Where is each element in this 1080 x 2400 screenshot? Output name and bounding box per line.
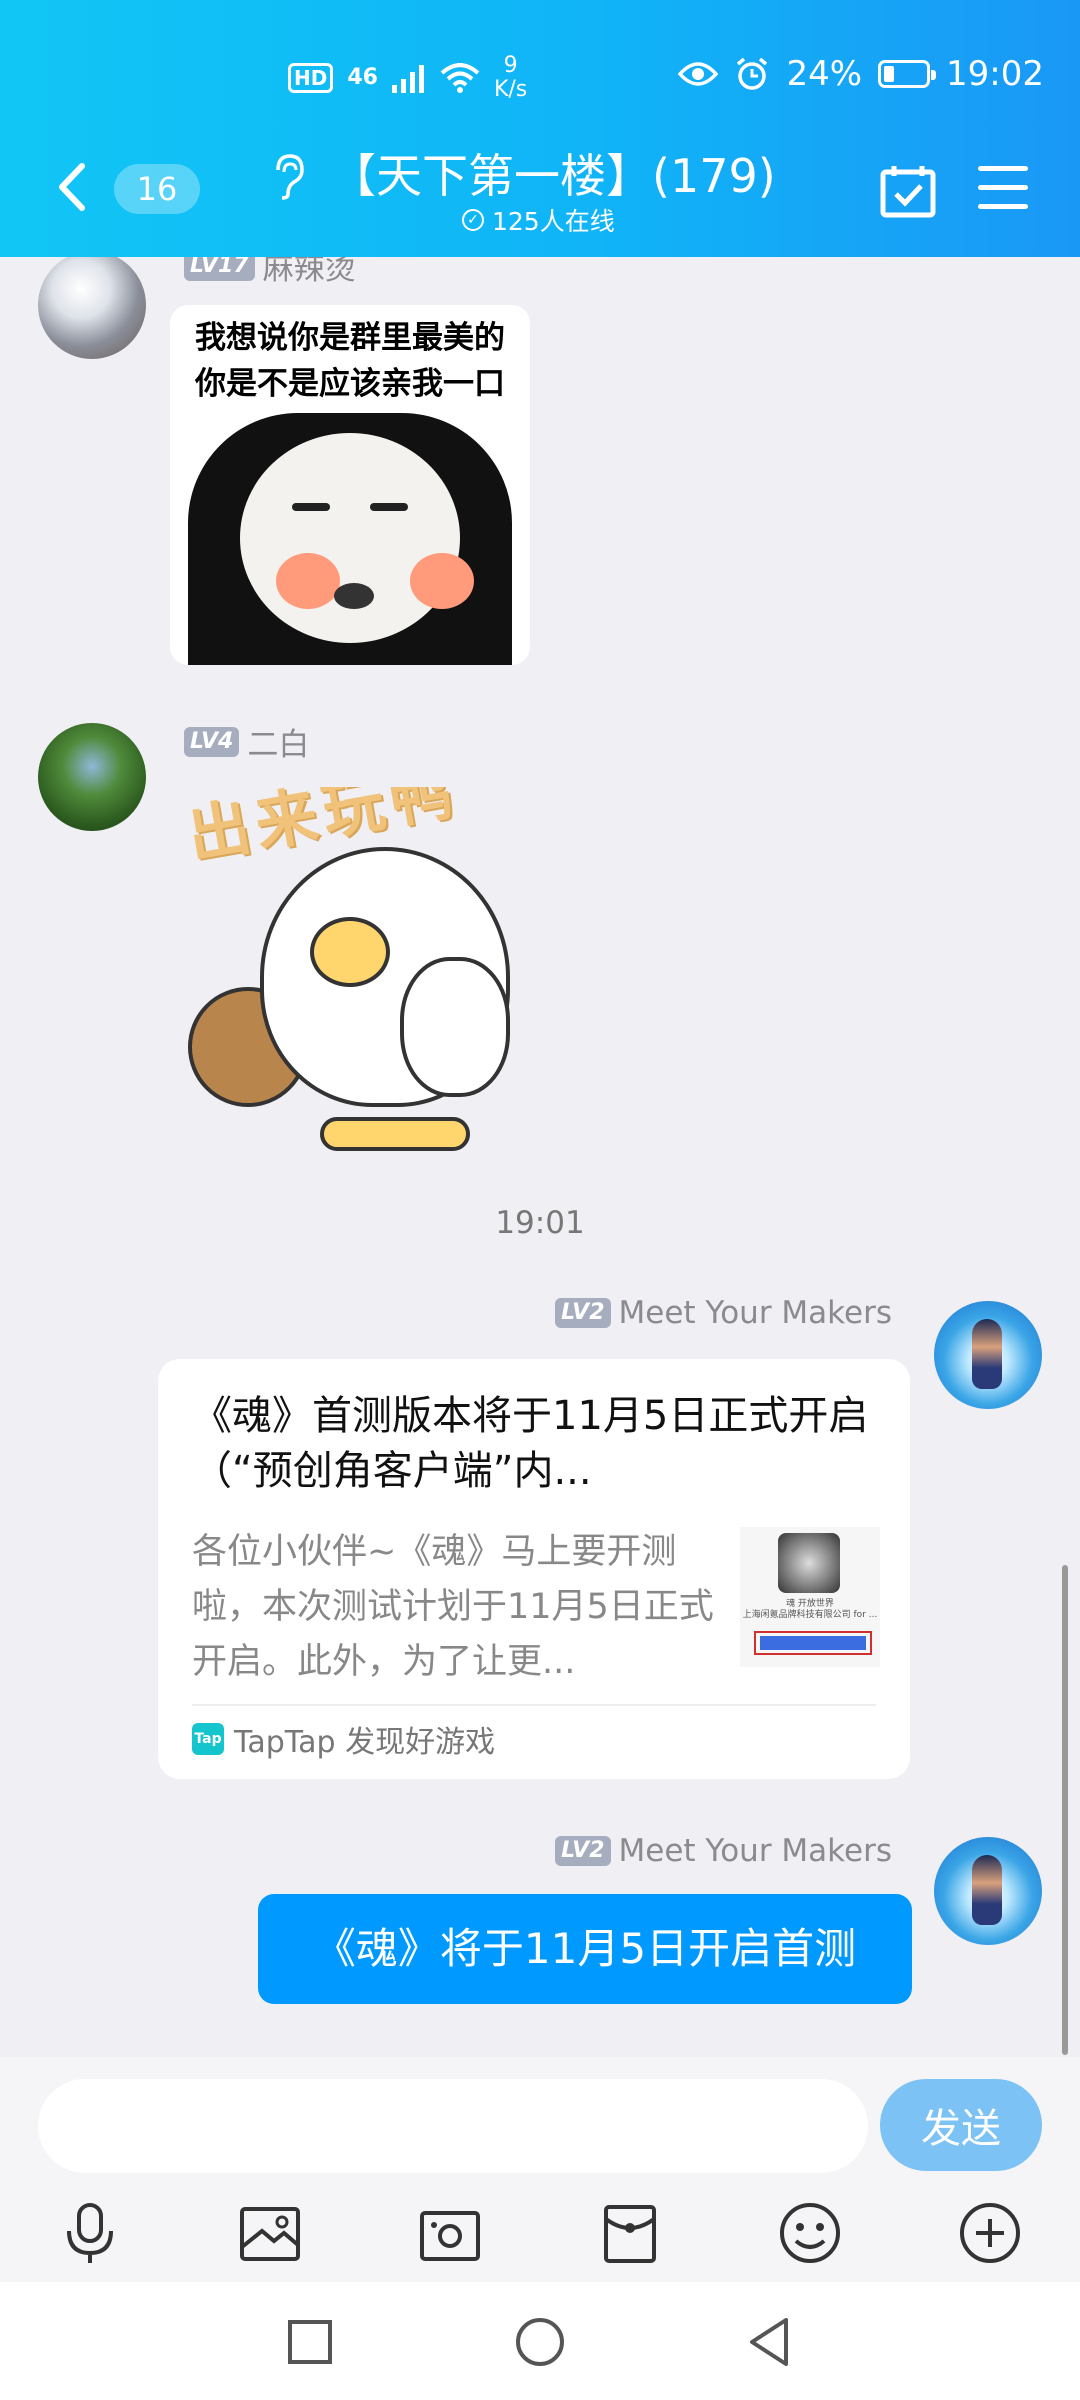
duck-feet (320, 1117, 470, 1151)
taptap-icon: Tap (192, 1723, 224, 1755)
battery-percent: 24% (786, 54, 863, 94)
share-thumbnail: 魂 开放世界 上海闲氪品牌科技有限公司 for ... (740, 1527, 880, 1667)
level-badge: LV2 (555, 1836, 611, 1866)
online-check-icon: ✓ (462, 209, 484, 231)
menu-icon[interactable] (978, 166, 1028, 223)
share-description: 各位小伙伴~《魂》马上要开测啦，本次测试计划于11月5日正式开启。此外，为了让更… (192, 1532, 714, 1682)
system-nav-bar (0, 2282, 1080, 2400)
battery-fill (884, 66, 895, 82)
sender-name[interactable]: Meet Your Makers (619, 1833, 893, 1869)
top-bar: HD 46 9 K/s 24% 19:02 16 【天下第一楼】(179) ✓ … (0, 0, 1080, 257)
duck-beak (310, 917, 390, 987)
timestamp: 19:01 (495, 1205, 585, 1241)
chat-header: 16 【天下第一楼】(179) ✓ 125人在线 (0, 140, 1080, 257)
clock: 19:02 (946, 54, 1044, 94)
level-badge: LV17 (184, 257, 255, 281)
avatar[interactable] (934, 1301, 1042, 1409)
red-packet-icon[interactable] (594, 2197, 666, 2269)
sender-name[interactable]: 麻辣烫 (263, 257, 356, 288)
plus-circle-icon[interactable] (954, 2197, 1026, 2269)
sender-line: LV17 麻辣烫 (184, 257, 356, 288)
chat-area[interactable]: LV17 麻辣烫 我想说你是群里最美的 你是不是应该亲我一口 LV4 二白 出来… (0, 257, 1080, 2057)
avatar[interactable] (38, 723, 146, 831)
share-source: Tap TapTap 发现好游戏 (192, 1717, 495, 1761)
thumbnail-text: 魂 开放世界 上海闲氪品牌科技有限公司 for ... (742, 1599, 878, 1620)
hd-icon: HD (288, 63, 334, 93)
battery-icon (878, 60, 937, 88)
share-card[interactable]: 《魂》首测版本将于11月5日正式开启（“预创角客户端”内... 各位小伙伴~《魂… (158, 1359, 910, 1779)
eye-icon (678, 62, 719, 86)
recents-square-icon[interactable] (280, 2312, 340, 2372)
sender-name[interactable]: Meet Your Makers (619, 1295, 893, 1331)
back-triangle-icon[interactable] (740, 2312, 800, 2372)
sticker-panda[interactable]: 我想说你是群里最美的 你是不是应该亲我一口 (170, 305, 530, 665)
avatar[interactable] (38, 257, 146, 359)
sender-line: LV4 二白 (184, 719, 309, 764)
microphone-icon[interactable] (54, 2197, 126, 2269)
input-toolbar (0, 2187, 1080, 2282)
online-status: ✓ 125人在线 (462, 202, 615, 238)
level-badge: LV4 (184, 726, 240, 757)
ear-icon[interactable] (270, 152, 306, 200)
net-speed-value: 9 (503, 53, 518, 78)
camera-icon[interactable] (414, 2197, 486, 2269)
group-title[interactable]: 【天下第一楼】(179) (330, 140, 776, 206)
input-bar: 发送 (0, 2057, 1080, 2187)
unread-count-badge[interactable]: 16 (114, 164, 200, 214)
thumbnail-button (754, 1631, 872, 1655)
send-button[interactable]: 发送 (880, 2079, 1042, 2171)
avatar[interactable] (934, 1837, 1042, 1945)
home-circle-icon[interactable] (510, 2312, 570, 2372)
signal-icon (391, 65, 424, 93)
scrollbar[interactable] (1062, 1565, 1068, 2055)
status-right: 24% 19:02 (678, 54, 1044, 94)
online-count: 125人在线 (492, 207, 615, 236)
game-logo-icon (778, 1533, 840, 1593)
sender-name[interactable]: 二白 (247, 719, 309, 764)
sticker-caption: 我想说你是群里最美的 你是不是应该亲我一口 (195, 320, 505, 402)
sender-line: LV2 Meet Your Makers (555, 1833, 892, 1869)
status-left: HD 46 9 K/s (288, 54, 527, 102)
status-bar: HD 46 9 K/s 24% 19:02 (0, 40, 1080, 120)
net-speed: 9 K/s (494, 54, 527, 102)
divider (192, 1704, 876, 1706)
network-type: 46 (347, 65, 378, 90)
alarm-icon (737, 57, 768, 90)
emoji-icon[interactable] (774, 2197, 846, 2269)
wifi-icon (440, 63, 480, 93)
message-input[interactable] (38, 2079, 868, 2173)
level-badge: LV2 (555, 1298, 611, 1328)
message-bubble[interactable]: 《魂》将于11月5日开启首测 (258, 1894, 912, 2004)
net-speed-unit: K/s (493, 77, 528, 102)
panda-face (188, 413, 512, 665)
sender-line: LV2 Meet Your Makers (555, 1295, 892, 1331)
back-arrow-icon[interactable] (52, 162, 92, 212)
source-label: TapTap 发现好游戏 (234, 1725, 496, 1760)
calendar-check-icon[interactable] (880, 164, 936, 218)
sticker-duck[interactable]: 出来玩鸭 (170, 787, 530, 1157)
image-icon[interactable] (234, 2197, 306, 2269)
share-title: 《魂》首测版本将于11月5日正式开启（“预创角客户端”内... (192, 1393, 869, 1494)
rabbit-figure (400, 957, 510, 1097)
